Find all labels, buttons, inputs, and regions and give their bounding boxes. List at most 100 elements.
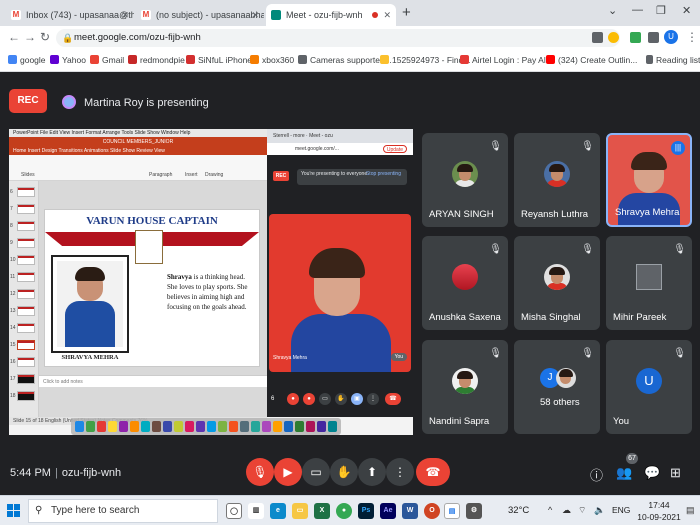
- url-field[interactable]: 🔒 meet.google.com/ozu-fijb-wnh: [56, 29, 620, 47]
- youtube-icon: [546, 55, 555, 64]
- bookmark-sinful-iphone[interactable]: SiNfuL iPhone: [186, 55, 252, 65]
- close-icon[interactable]: ✕: [251, 4, 259, 26]
- menu-dots-icon[interactable]: ⋮: [686, 30, 698, 44]
- tab-meet[interactable]: Meet - ozu-fijb-wnh ✕: [266, 4, 396, 26]
- document-icon[interactable]: ▤: [444, 503, 460, 519]
- dock-app-icon: [273, 421, 282, 432]
- rec-badge[interactable]: REC: [9, 89, 47, 113]
- ppt-menubar: PowerPoint File Edit View Insert Format …: [9, 129, 267, 137]
- bookmark-find[interactable]: 1525924973 - Find...: [380, 55, 470, 65]
- stop-presenting-button: Stop presenting: [365, 171, 401, 177]
- tab-gmail-inbox[interactable]: M Inbox (743) - upasanaa@theinde ✕: [6, 4, 134, 26]
- bookmark-outline[interactable]: (324) Create Outlin...: [546, 55, 637, 65]
- slide-thumbnail: [17, 255, 35, 265]
- toolbar-label: Insert: [185, 172, 198, 178]
- bookmark-icon: [380, 55, 389, 64]
- task-view-icon[interactable]: ◯: [226, 503, 242, 519]
- camera-toggle-button[interactable]: ▶: [274, 458, 302, 486]
- more-options-button[interactable]: ⋮: [386, 458, 414, 486]
- wifi-icon[interactable]: ⌔: [578, 505, 586, 516]
- activities-icon[interactable]: ⊞: [670, 465, 681, 481]
- minimize-icon[interactable]: —: [632, 4, 643, 16]
- meeting-code[interactable]: ozu-fijb-wnh: [62, 467, 121, 479]
- mic-toggle-button[interactable]: 🎙: [246, 458, 274, 486]
- dock-app-icon: [218, 421, 227, 432]
- participant-tile-self[interactable]: 🎙 U You: [606, 340, 692, 434]
- onedrive-icon[interactable]: ☁: [562, 505, 571, 516]
- weather-widget[interactable]: 32°C: [508, 505, 529, 516]
- tab-gmail-no-subject[interactable]: M (no subject) - upasanaabhalla13@ ✕: [136, 4, 264, 26]
- captions-button[interactable]: ▭: [302, 458, 330, 486]
- close-window-icon[interactable]: ✕: [682, 4, 691, 17]
- participant-tile[interactable]: 🎙 Mihir Pareek: [606, 236, 692, 330]
- bookmark-icon: [298, 55, 307, 64]
- forward-icon[interactable]: →: [24, 30, 36, 44]
- people-icon[interactable]: 👥: [616, 465, 632, 481]
- leave-call-button[interactable]: ☎: [416, 458, 450, 486]
- tab-search-icon[interactable]: ⌄: [608, 4, 617, 17]
- close-icon[interactable]: ✕: [121, 4, 129, 26]
- participant-avatar: [452, 264, 478, 290]
- volume-icon[interactable]: 🔈: [594, 505, 605, 516]
- participant-tile[interactable]: 🎙 Misha Singhal: [514, 236, 600, 330]
- word-icon[interactable]: W: [402, 503, 418, 519]
- tray-chevron-icon[interactable]: ^: [548, 505, 552, 515]
- puzzle-icon[interactable]: [648, 32, 659, 43]
- participant-tile-speaking[interactable]: ||| Shravya Mehra: [606, 133, 692, 227]
- edge-icon[interactable]: e: [270, 503, 286, 519]
- profile-avatar[interactable]: U: [664, 30, 678, 44]
- tab-label: Meet - ozu-fijb-wnh: [286, 10, 363, 20]
- bookmark-xbox360[interactable]: xbox360: [250, 55, 294, 65]
- nested-update-button: Update: [382, 145, 407, 153]
- star-icon[interactable]: [608, 32, 619, 43]
- url-text: meet.google.com/ozu-fijb-wnh: [74, 32, 201, 43]
- participant-tile[interactable]: 🎙 Nandini Sapra: [422, 340, 508, 434]
- slide-thumbnail: [17, 221, 35, 231]
- bookmark-cameras[interactable]: Cameras supported...: [298, 55, 392, 65]
- participant-tile[interactable]: 🎙 Reyansh Luthra: [514, 133, 600, 227]
- bookmark-gmail[interactable]: Gmail: [90, 55, 124, 65]
- photoshop-icon[interactable]: Ps: [358, 503, 374, 519]
- language-indicator[interactable]: ENG: [612, 505, 630, 515]
- bookmark-yahoo[interactable]: Yahoo: [50, 55, 86, 65]
- new-tab-button[interactable]: +: [402, 4, 411, 21]
- chrome-icon[interactable]: ●: [336, 503, 352, 519]
- excel-icon[interactable]: X: [314, 503, 330, 519]
- after-effects-icon[interactable]: Ae: [380, 503, 396, 519]
- chat-icon[interactable]: 💬: [644, 465, 660, 481]
- windows-start-icon[interactable]: [7, 504, 21, 518]
- nested-tabs: Sterrell - more · Meet - ozu: [267, 129, 413, 143]
- task-switch-icon[interactable]: ▥: [248, 503, 264, 519]
- raise-hand-button[interactable]: ✋: [330, 458, 358, 486]
- bookmark-redmondpie[interactable]: redmondpie: [128, 55, 185, 65]
- extension-icon[interactable]: [630, 32, 641, 43]
- close-icon[interactable]: ✕: [383, 4, 391, 26]
- thumbnail-number: 6: [10, 189, 13, 195]
- dock-app-icon: [97, 421, 106, 432]
- slide-thumbnail: [17, 306, 35, 316]
- thumbnail-number: 14: [10, 325, 16, 331]
- participant-name: Anushka Saxena: [429, 312, 501, 323]
- back-icon[interactable]: ←: [8, 30, 20, 44]
- participant-tile[interactable]: 🎙 Anushka Saxena: [422, 236, 508, 330]
- participant-tile-others[interactable]: 🎙 J 58 others: [514, 340, 600, 434]
- reading-list[interactable]: Reading list: [646, 55, 700, 65]
- settings-gear-icon[interactable]: ⚙: [466, 503, 482, 519]
- restore-icon[interactable]: ❐: [656, 4, 666, 17]
- shared-screen[interactable]: PowerPoint File Edit View Insert Format …: [9, 129, 413, 435]
- taskbar-clock[interactable]: 17:44 10-09-2021: [636, 499, 682, 523]
- reload-icon[interactable]: ↻: [40, 30, 50, 44]
- file-explorer-icon[interactable]: ▭: [292, 503, 308, 519]
- taskbar-search-input[interactable]: ⚲ Type here to search: [28, 499, 218, 523]
- notifications-icon[interactable]: ▤: [686, 505, 695, 516]
- bookmark-airtel[interactable]: Airtel Login : Pay Al...: [460, 55, 553, 65]
- participant-tile[interactable]: 🎙 ARYAN SINGH: [422, 133, 508, 227]
- dock-app-icon: [130, 421, 139, 432]
- meeting-info-icon[interactable]: ⓘ: [590, 465, 603, 484]
- present-now-button[interactable]: ⬆: [358, 458, 386, 486]
- photo-caption: SHRAVYA MEHRA: [61, 354, 119, 361]
- reading-list-icon: [646, 55, 653, 64]
- camera-icon[interactable]: [592, 32, 603, 43]
- bookmark-google[interactable]: google: [8, 55, 46, 65]
- opera-icon[interactable]: O: [424, 503, 440, 519]
